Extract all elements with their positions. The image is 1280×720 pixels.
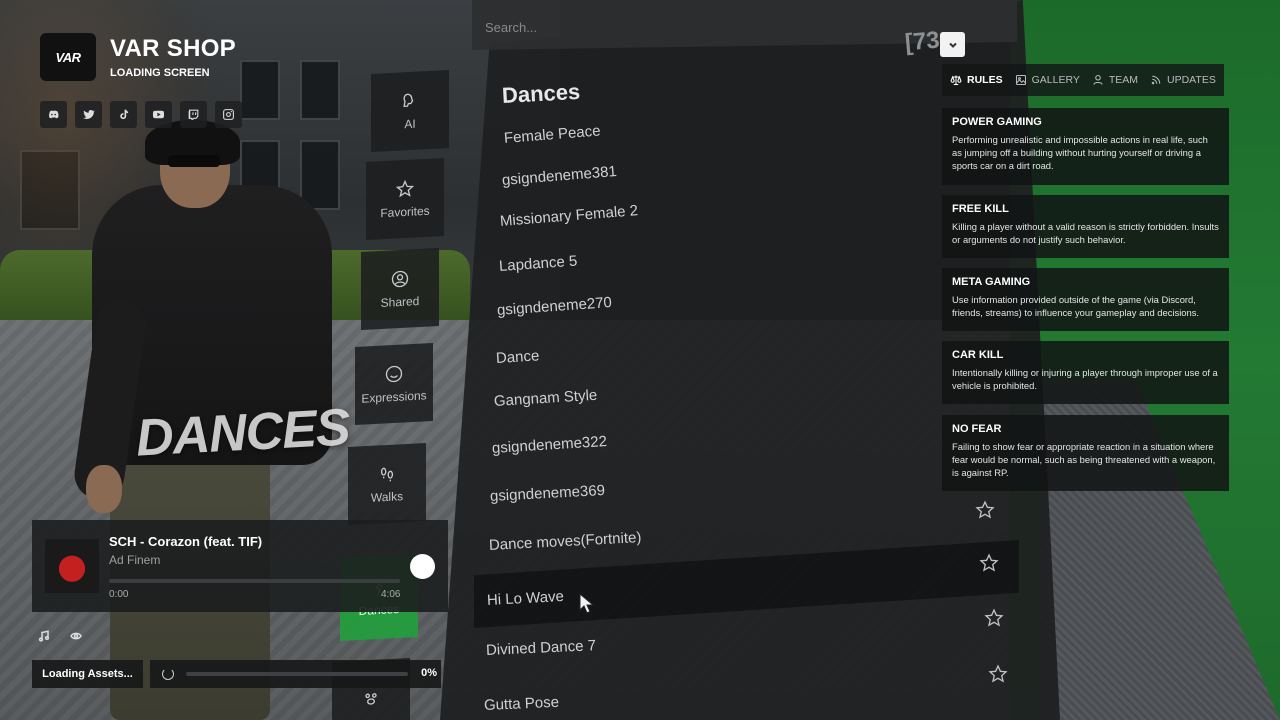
tiktok-button[interactable]: [110, 101, 137, 128]
loading-percent: 0%: [421, 667, 437, 679]
instagram-icon: [223, 109, 234, 120]
rule-description: Failing to show fear or appropriate reac…: [952, 441, 1216, 478]
tiktok-icon: [120, 109, 129, 120]
rule-card: POWER GAMING Performing unrealistic and …: [942, 108, 1229, 185]
tab-team[interactable]: TEAM: [1092, 74, 1138, 86]
rule-description: Intentionally killing or injuring a play…: [952, 367, 1218, 391]
twitter-icon: [83, 110, 95, 120]
scale-icon: [950, 75, 962, 86]
visibility-toggle-button[interactable]: [64, 625, 88, 647]
character-sunglasses: [168, 155, 220, 167]
song-artist: Ad Finem: [109, 553, 161, 567]
tab-rules[interactable]: RULES: [950, 74, 1003, 86]
tab-gallery[interactable]: GALLERY: [1015, 74, 1080, 86]
music-note-icon: [38, 630, 50, 642]
music-toggle-button[interactable]: [32, 625, 56, 647]
sort-dropdown-button[interactable]: [940, 32, 965, 57]
rule-title: CAR KILL: [952, 349, 1004, 361]
star-icon: [988, 664, 1008, 683]
current-time: 0:00: [109, 589, 129, 600]
list-title: Dances: [501, 78, 581, 108]
rule-card: FREE KILL Killing a player without a val…: [942, 195, 1229, 258]
info-tabs: RULES GALLERY TEAM UPDATES: [942, 64, 1224, 96]
brand-title: VAR SHOP: [110, 35, 236, 62]
brand-header: VAR VAR SHOP LOADING SCREEN: [40, 33, 236, 81]
building-window: [240, 60, 280, 120]
rule-title: FREE KILL: [952, 203, 1009, 215]
category-label: Expressions: [361, 388, 427, 406]
discord-icon: [49, 110, 59, 119]
twitch-icon: [188, 109, 199, 120]
album-cover: [45, 539, 99, 593]
instagram-button[interactable]: [215, 101, 242, 128]
paw-icon: [365, 693, 377, 705]
star-icon: [975, 500, 995, 519]
discord-button[interactable]: [40, 101, 67, 128]
building-window: [300, 140, 340, 210]
emote-count: [73: [903, 26, 941, 57]
category-watermark: DANCES: [134, 398, 351, 468]
brand-subtitle: LOADING SCREEN: [110, 67, 210, 79]
category-label: Shared: [380, 293, 420, 311]
building-window: [300, 60, 340, 120]
category-label: Walks: [370, 489, 404, 505]
rule-title: META GAMING: [952, 276, 1031, 288]
category-label: AI: [404, 116, 416, 132]
category-label: Favorites: [380, 203, 430, 221]
user-circle-icon: [391, 270, 409, 288]
rule-title: POWER GAMING: [952, 116, 1042, 128]
emote-item[interactable]: Gutta Pose: [484, 694, 560, 714]
rule-description: Performing unrealistic and impossible ac…: [952, 134, 1208, 171]
music-player: SCH - Corazon (feat. TIF) Ad Finem 0:00 …: [32, 520, 448, 612]
image-icon: [1015, 74, 1026, 86]
loading-status: Loading Assets...: [32, 660, 143, 688]
youtube-icon: [152, 110, 165, 119]
emote-item[interactable]: Dance: [495, 347, 539, 367]
favorite-star-button[interactable]: [975, 500, 995, 520]
player-toggle-knob[interactable]: [410, 554, 435, 579]
rss-icon: [1151, 75, 1161, 85]
song-duration: 4:06: [381, 589, 401, 600]
category-ai-button[interactable]: AI: [371, 69, 449, 153]
tab-label: TEAM: [1108, 74, 1139, 86]
brand-logo: VAR: [40, 33, 96, 81]
user-icon: [1093, 74, 1103, 85]
loading-spinner-icon: [162, 668, 174, 680]
loading-track: [186, 672, 408, 676]
tab-updates[interactable]: UPDATES: [1150, 74, 1216, 86]
character-hand: [86, 465, 122, 513]
category-shared-button[interactable]: Shared: [361, 247, 439, 331]
favorite-star-button[interactable]: [979, 553, 999, 573]
chevron-down-icon: [948, 42, 957, 48]
song-progress-track[interactable]: [109, 579, 400, 583]
favorite-star-button[interactable]: [988, 664, 1008, 684]
favorite-star-button[interactable]: [984, 608, 1004, 628]
smile-icon: [385, 365, 403, 383]
loading-progress-bar: 0%: [150, 660, 441, 688]
ai-icon: [403, 93, 414, 108]
star-icon: [984, 608, 1004, 627]
twitter-button[interactable]: [75, 101, 102, 128]
rule-card: NO FEAR Failing to show fear or appropri…: [942, 415, 1229, 491]
star-icon: [979, 553, 999, 572]
rule-title: NO FEAR: [952, 423, 1002, 435]
youtube-button[interactable]: [145, 101, 172, 128]
rule-card: META GAMING Use information provided out…: [942, 268, 1229, 331]
category-expressions-button[interactable]: Expressions: [355, 342, 433, 426]
tab-label: UPDATES: [1167, 74, 1216, 86]
social-links: [40, 101, 242, 128]
song-title: SCH - Corazon (feat. TIF): [109, 534, 263, 549]
rule-description: Use information provided outside of the …: [952, 294, 1200, 318]
twitch-button[interactable]: [180, 101, 207, 128]
footprints-icon: [380, 467, 394, 482]
star-icon: [395, 179, 415, 198]
category-walks-button[interactable]: Walks: [348, 442, 426, 526]
category-favorites-button[interactable]: Favorites: [366, 157, 444, 241]
rule-description: Killing a player without a valid reason …: [952, 221, 1219, 245]
rule-card: CAR KILL Intentionally killing or injuri…: [942, 341, 1229, 404]
tab-label: RULES: [967, 74, 1003, 86]
mouse-cursor-icon: [579, 592, 595, 614]
tab-label: GALLERY: [1031, 74, 1080, 86]
eye-icon: [70, 632, 82, 640]
